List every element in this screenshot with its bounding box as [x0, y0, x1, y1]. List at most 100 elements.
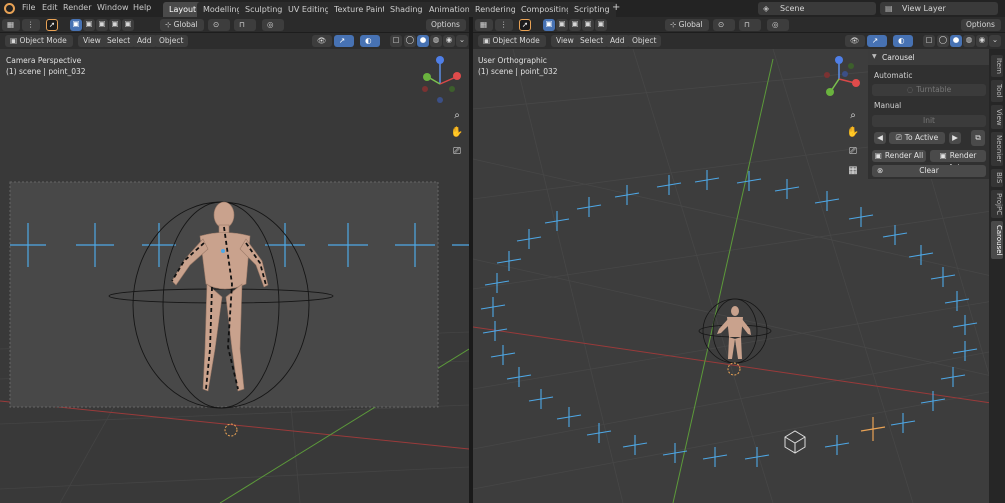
menu-toggle-icon[interactable]: ⋮	[495, 19, 513, 31]
shading-solid-icon[interactable]: ●	[950, 35, 962, 47]
camera-view-icon[interactable]: ⎚	[846, 145, 860, 159]
camera-object-icon[interactable]	[784, 430, 806, 454]
options-dropdown[interactable]: Options	[961, 19, 1001, 31]
shading-material-icon[interactable]: ◍	[963, 35, 975, 47]
shading-wire-icon[interactable]: ◯	[404, 35, 416, 47]
tab-carousel[interactable]: Carousel	[991, 221, 1003, 259]
select-menu[interactable]: Select	[575, 35, 609, 47]
tab-tool[interactable]: Tool	[991, 80, 1003, 102]
zoom-icon[interactable]: ⌕	[846, 109, 860, 123]
next-button[interactable]: ▶	[949, 132, 961, 144]
visibility-icon[interactable]: 👁	[845, 35, 865, 47]
turntable-button[interactable]: ◌ Turntable	[872, 84, 986, 96]
shading-material-icon[interactable]: ◍	[430, 35, 442, 47]
tab-animation[interactable]: Animation	[423, 2, 476, 17]
pivot-icon[interactable]: ⊙	[208, 19, 230, 31]
panel-header[interactable]: ▼ Carousel	[868, 49, 989, 65]
xray-icon[interactable]: ▢	[390, 35, 402, 47]
overlay-icon[interactable]: ◐	[893, 35, 913, 47]
tab-bis[interactable]: BIS	[991, 169, 1003, 187]
visibility-icon[interactable]: 👁	[312, 35, 332, 47]
blender-logo-icon[interactable]	[4, 3, 15, 14]
menu-window[interactable]: Window	[97, 3, 129, 12]
3d-cursor-icon[interactable]	[224, 423, 238, 437]
proportional-edit-icon[interactable]: ◎	[262, 19, 284, 31]
menu-toggle-icon[interactable]: ⋮	[22, 19, 40, 31]
tab-view[interactable]: View	[991, 105, 1003, 129]
xray-icon[interactable]: ▢	[923, 35, 935, 47]
add-workspace-button[interactable]: +	[612, 2, 620, 13]
select-invert-icon[interactable]: ▣	[582, 19, 594, 31]
select-intersect-icon[interactable]: ▣	[122, 19, 134, 31]
snap-icon[interactable]: ⊓	[234, 19, 256, 31]
navigation-gizmo[interactable]	[824, 56, 860, 96]
tab-texture-paint[interactable]: Texture Paint	[328, 2, 392, 17]
snap-icon[interactable]: ⊓	[739, 19, 761, 31]
shading-render-icon[interactable]: ◉	[976, 35, 988, 47]
render-active-button[interactable]: ▣Render Act...	[930, 150, 986, 172]
shading-solid-icon[interactable]: ●	[417, 35, 429, 47]
scene-selector[interactable]: ◈ Scene	[758, 2, 876, 15]
tab-scripting[interactable]: Scripting	[568, 2, 616, 17]
tab-projpc[interactable]: ProjPC	[991, 190, 1003, 218]
select-subtract-icon[interactable]: ▣	[569, 19, 581, 31]
view-layer-name: View Layer	[902, 4, 946, 13]
add-menu[interactable]: Add	[605, 35, 630, 47]
tab-neonier[interactable]: Neonier	[991, 132, 1003, 166]
editor-type-icon[interactable]: ▦	[475, 19, 493, 31]
shading-render-icon[interactable]: ◉	[443, 35, 455, 47]
camera-view-icon[interactable]: ⎚	[450, 145, 464, 159]
zoom-icon[interactable]: ⌕	[450, 109, 464, 123]
menu-edit[interactable]: Edit	[42, 3, 58, 12]
select-tool-icon[interactable]: ➚	[46, 19, 58, 31]
shading-wire-icon[interactable]: ◯	[937, 35, 949, 47]
object-menu[interactable]: Object	[154, 35, 189, 47]
tab-rendering[interactable]: Rendering	[469, 2, 522, 17]
view-layer-selector[interactable]: ▤ View Layer	[880, 2, 998, 15]
options-dropdown[interactable]: Options	[426, 19, 466, 31]
object-origin	[221, 249, 225, 253]
select-extend-icon[interactable]: ▣	[83, 19, 95, 31]
select-menu[interactable]: Select	[102, 35, 136, 47]
transform-orientation-dropdown[interactable]: ⊹ Global	[665, 19, 709, 31]
clear-button[interactable]: ⊗ Clear	[872, 165, 986, 177]
proportional-edit-icon[interactable]: ◎	[767, 19, 789, 31]
select-subtract-icon[interactable]: ▣	[96, 19, 108, 31]
select-tool-icon[interactable]: ➚	[519, 19, 531, 31]
shading-options-icon[interactable]: ⌄	[989, 35, 1001, 47]
select-invert-icon[interactable]: ▣	[109, 19, 121, 31]
navigation-gizmo[interactable]	[422, 56, 461, 103]
select-new-icon[interactable]: ▣	[70, 19, 82, 31]
init-button[interactable]: Init	[872, 115, 986, 127]
pivot-icon[interactable]: ⊙	[713, 19, 735, 31]
pan-hand-icon[interactable]: ✋	[450, 126, 464, 140]
pan-hand-icon[interactable]: ✋	[846, 126, 860, 140]
select-new-icon[interactable]: ▣	[543, 19, 555, 31]
previous-button[interactable]: ◀	[874, 132, 886, 144]
mode-dropdown[interactable]: ▣ Object Mode	[5, 35, 73, 47]
transform-orientation-dropdown[interactable]: ⊹ Global	[160, 19, 204, 31]
collapse-triangle-icon[interactable]: ▼	[872, 53, 877, 60]
grid-view-icon[interactable]: ▦	[846, 164, 860, 178]
tab-sculpting[interactable]: Sculpting	[239, 2, 289, 17]
menu-render[interactable]: Render	[63, 3, 91, 12]
mode-dropdown[interactable]: ▣ Object Mode	[478, 35, 546, 47]
editor-type-icon[interactable]: ▦	[2, 19, 20, 31]
shading-options-icon[interactable]: ⌄	[456, 35, 468, 47]
menu-file[interactable]: File	[22, 3, 35, 12]
to-active-button[interactable]: ⎚ To Active	[889, 132, 945, 144]
object-menu[interactable]: Object	[627, 35, 662, 47]
render-icon: ▣	[874, 151, 882, 160]
overlay-icon[interactable]: ◐	[360, 35, 380, 47]
add-menu[interactable]: Add	[132, 35, 157, 47]
tab-item[interactable]: Item	[991, 55, 1003, 77]
select-extend-icon[interactable]: ▣	[556, 19, 568, 31]
view-to-camera-icon[interactable]: ⧉	[971, 130, 985, 146]
select-intersect-icon[interactable]: ▣	[595, 19, 607, 31]
left-3d-viewport[interactable]: Camera Perspective (1) scene | point_032…	[0, 49, 469, 503]
tab-shading[interactable]: Shading	[384, 2, 429, 17]
gizmo-icon[interactable]: ↗	[334, 35, 354, 47]
menu-help[interactable]: Help	[133, 3, 151, 12]
gizmo-icon[interactable]: ↗	[867, 35, 887, 47]
render-all-button[interactable]: ▣ Render All	[872, 150, 926, 162]
